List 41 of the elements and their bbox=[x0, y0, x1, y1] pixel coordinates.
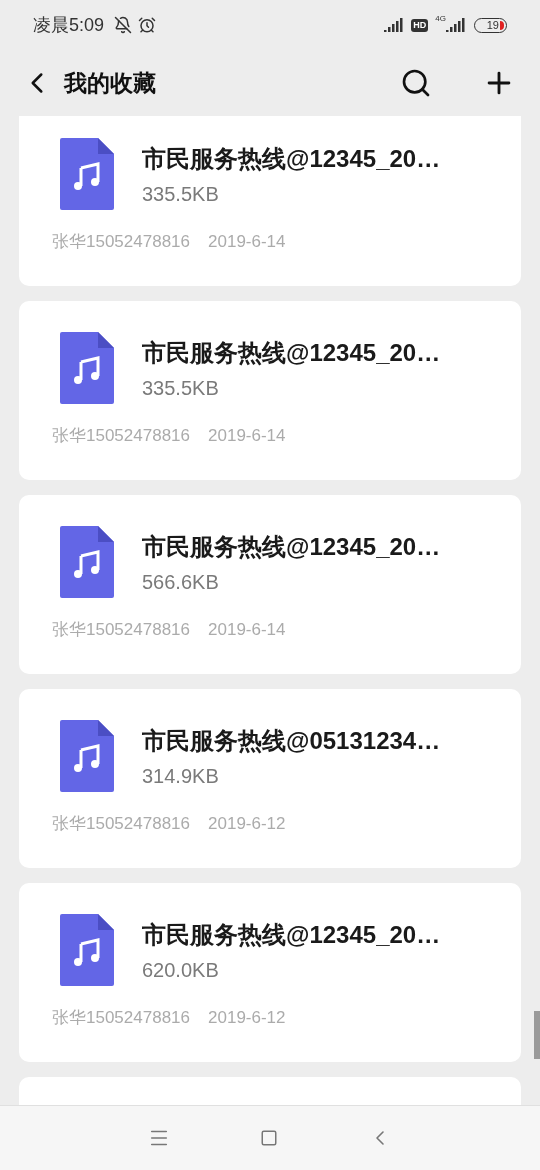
file-card[interactable]: 市民服务热线@05131234… 314.9KB 张华15052478816 2019-6-12 bbox=[19, 689, 521, 868]
file-card[interactable]: 市民服务热线@12345_20… 335.5KB 张华15052478816 2019-6-14 bbox=[19, 116, 521, 286]
file-title: 市民服务热线@12345_20… bbox=[142, 338, 441, 368]
hd-badge: HD bbox=[411, 18, 429, 32]
network-type: 4G bbox=[435, 14, 446, 24]
file-card[interactable]: 市民服务热线@12345_20… 620.0KB 张华15052478816 2019-6-12 bbox=[19, 883, 521, 1062]
sender-name: 张华15052478816 bbox=[52, 619, 190, 641]
file-title: 市民服务热线@05131234… bbox=[142, 726, 441, 756]
music-file-icon bbox=[60, 720, 114, 792]
sender-name: 张华15052478816 bbox=[52, 425, 190, 447]
signal-icon bbox=[446, 18, 466, 32]
file-title: 市民服务热线@12345_20… bbox=[142, 532, 441, 562]
saved-date: 2019-6-14 bbox=[208, 425, 286, 447]
saved-date: 2019-6-12 bbox=[208, 1007, 286, 1029]
music-file-icon bbox=[60, 526, 114, 598]
search-icon[interactable] bbox=[400, 67, 432, 99]
page-title: 我的收藏 bbox=[64, 68, 156, 98]
sender-name: 张华15052478816 bbox=[52, 231, 190, 253]
alarm-icon bbox=[138, 16, 157, 34]
bell-off-icon bbox=[114, 16, 133, 34]
file-size: 335.5KB bbox=[142, 376, 220, 401]
saved-date: 2019-6-12 bbox=[208, 813, 286, 835]
music-file-icon bbox=[60, 332, 114, 404]
file-size: 620.0KB bbox=[142, 958, 220, 983]
sender-name: 张华15052478816 bbox=[52, 813, 190, 835]
music-file-icon bbox=[60, 138, 114, 210]
file-card[interactable]: 市民服务热线@12345_20… 566.6KB 张华15052478816 2019-6-14 bbox=[19, 495, 521, 674]
status-time: 凌晨5:09 bbox=[33, 13, 105, 37]
music-file-icon bbox=[60, 914, 114, 986]
home-icon[interactable] bbox=[260, 1129, 278, 1147]
signal-icon bbox=[384, 18, 405, 32]
file-size: 314.9KB bbox=[142, 764, 220, 789]
scrollbar-thumb bbox=[534, 1011, 540, 1059]
file-size: 335.5KB bbox=[142, 182, 220, 207]
file-card[interactable]: 市民服务热线@12345_20… 335.5KB 张华15052478816 2019-6-14 bbox=[19, 301, 521, 480]
file-title: 市民服务热线@12345_20… bbox=[142, 144, 441, 174]
file-title: 市民服务热线@12345_20… bbox=[142, 920, 441, 950]
sender-name: 张华15052478816 bbox=[52, 1007, 190, 1029]
file-size: 566.6KB bbox=[142, 570, 220, 595]
saved-date: 2019-6-14 bbox=[208, 619, 286, 641]
saved-date: 2019-6-14 bbox=[208, 231, 286, 253]
